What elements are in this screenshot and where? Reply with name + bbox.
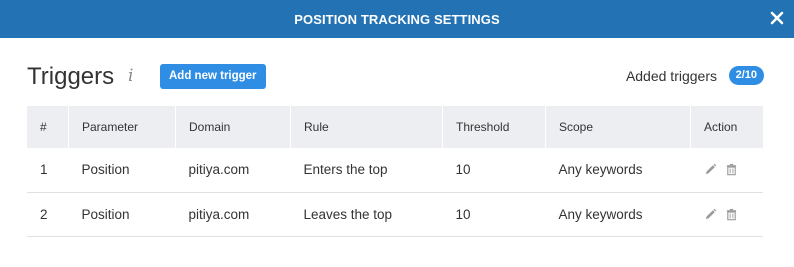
column-header-domain: Domain [175,106,291,148]
cell-action [691,148,764,192]
delete-trash-icon[interactable] [725,208,738,221]
cell-threshold: 10 [455,206,471,222]
edit-pencil-icon[interactable] [704,163,717,176]
cell-rule: Leaves the top [303,206,393,222]
triggers-table: # Parameter Domain Rule Threshold Scope … [27,106,763,237]
added-triggers-label: Added triggers [625,68,717,84]
cell-threshold: 10 [455,162,471,178]
cell-scope: Any keywords [558,206,643,222]
table-row: 1 Position pitiya.com Enters the top 10 … [27,148,763,192]
table-header-row: # Parameter Domain Rule Threshold Scope … [27,106,763,148]
info-icon[interactable]: i [128,66,133,86]
dialog-title: POSITION TRACKING SETTINGS [294,11,500,27]
cell-parameter: Position [81,162,130,178]
column-header-parameter: Parameter [68,106,176,148]
column-header-action: Action [704,120,738,134]
column-header-threshold: Threshold [442,106,546,148]
cell-scope: Any keywords [558,162,643,178]
delete-trash-icon[interactable] [725,163,738,176]
row-actions [704,208,764,221]
cell-domain: pitiya.com [188,206,250,222]
triggers-header: Triggers i Add new trigger Added trigger… [27,60,765,94]
dialog-header: POSITION TRACKING SETTINGS [0,0,794,38]
edit-pencil-icon[interactable] [704,208,717,221]
page-title: Triggers [27,63,115,90]
column-header-scope: Scope [545,106,691,148]
cell-action [691,192,764,236]
column-header-rule: Rule [290,106,443,148]
cell-parameter: Position [81,206,130,222]
column-header-number: # [27,106,69,148]
cell-domain: pitiya.com [188,162,250,178]
row-actions [704,163,764,176]
cell-number: 2 [40,206,48,222]
cell-rule: Enters the top [303,162,388,178]
add-trigger-button[interactable]: Add new trigger [160,64,266,89]
cell-number: 1 [40,162,48,178]
table-row: 2 Position pitiya.com Leaves the top 10 … [27,192,763,236]
added-triggers-badge: 2/10 [728,66,764,85]
close-icon[interactable] [766,7,788,29]
